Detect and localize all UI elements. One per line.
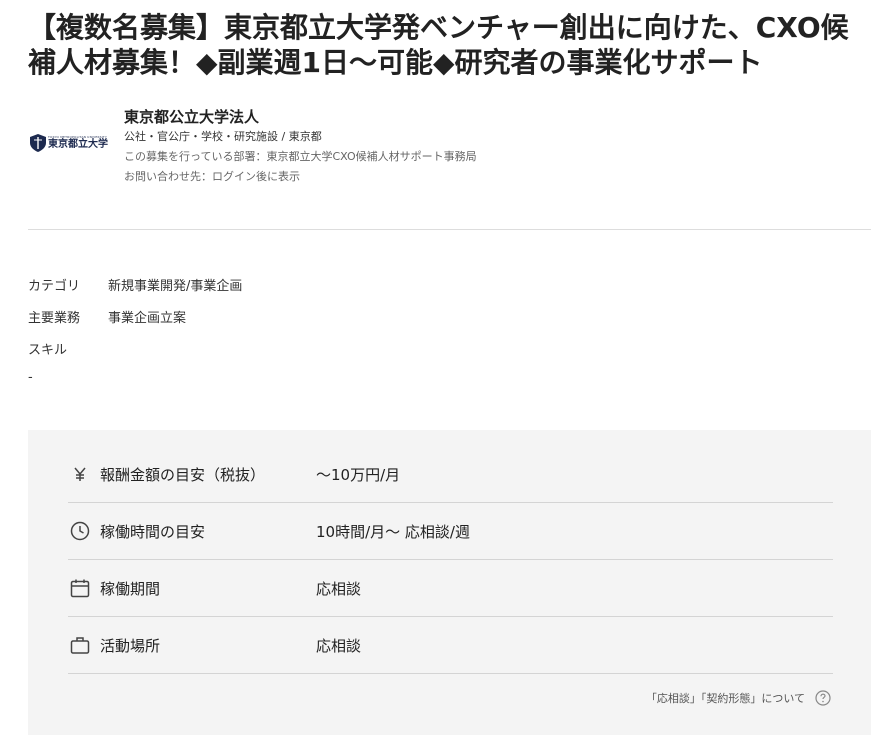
logo-wordmark: 東京都立大学 [48,139,108,150]
terms-help-text: 「応相談」「契約形態」について [645,692,805,705]
attribute-row-category: カテゴリ 新規事業開発/事業企画 [28,268,828,300]
condition-label: 活動場所 [100,636,161,655]
job-detail-page: 【複数名募集】東京都立大学発ベンチャー創出に向けた、CXO候補人材募集！◆副業週… [0,0,871,735]
condition-value: 応相談 [316,579,362,598]
clock-icon [68,519,92,543]
condition-label: 稼働時間の目安 [100,522,206,541]
briefcase-icon [68,633,92,657]
help-circle-icon[interactable] [815,690,831,706]
condition-label: 報酬金額の目安（税抜） [100,465,266,484]
section-divider [28,229,871,230]
organization-contact: お問い合わせ先：ログイン後に表示 [124,170,300,183]
category-value: 新規事業開発/事業企画 [108,278,243,294]
attribute-row-main-work: 主要業務 事業企画立案 [28,300,828,332]
organization-name[interactable]: 東京都公立大学法人 [124,107,824,127]
terms-help-link[interactable]: 「応相談」「契約形態」について [646,690,831,706]
organization-info: 東京都公立大学法人 公社・官公庁・学校・研究施設 / 東京都 この募集を行ってい… [124,107,824,187]
condition-row-period: 稼働期間 応相談 [68,560,833,617]
organization-block: TOKYO METROPOLITAN UNIVERSITY 東京都立大学 東京都… [28,107,868,187]
attribute-row-skill: スキル [28,332,828,364]
main-work-label: 主要業務 [28,310,81,326]
conditions-list: 報酬金額の目安（税抜） 〜10万円/月 稼働時間の目安 10時間/月〜 応相談/… [68,446,833,674]
organization-logo[interactable]: TOKYO METROPOLITAN UNIVERSITY 東京都立大学 [30,134,108,154]
condition-value: 〜10万円/月 [316,465,401,484]
job-title: 【複数名募集】東京都立大学発ベンチャー創出に向けた、CXO候補人材募集！◆副業週… [28,11,849,79]
calendar-icon [68,576,92,600]
condition-row-hours: 稼働時間の目安 10時間/月〜 応相談/週 [68,503,833,560]
shield-logo-icon [30,134,46,152]
conditions-panel: 報酬金額の目安（税抜） 〜10万円/月 稼働時間の目安 10時間/月〜 応相談/… [28,430,871,735]
organization-meta: 公社・官公庁・学校・研究施設 / 東京都 [124,130,322,143]
yen-icon [68,462,92,486]
category-label: カテゴリ [28,278,81,294]
condition-label: 稼働期間 [100,579,161,598]
condition-row-location: 活動場所 応相談 [68,617,833,674]
main-work-value: 事業企画立案 [108,310,187,326]
skill-value: - [28,370,33,385]
organization-department: この募集を行っている部署：東京都立大学CXO候補人材サポート事務局 [124,150,477,163]
job-attributes: カテゴリ 新規事業開発/事業企画 主要業務 事業企画立案 スキル [28,268,828,364]
condition-row-compensation: 報酬金額の目安（税抜） 〜10万円/月 [68,446,833,503]
skill-label: スキル [28,342,68,358]
condition-value: 10時間/月〜 応相談/週 [316,522,470,541]
condition-value: 応相談 [316,636,362,655]
